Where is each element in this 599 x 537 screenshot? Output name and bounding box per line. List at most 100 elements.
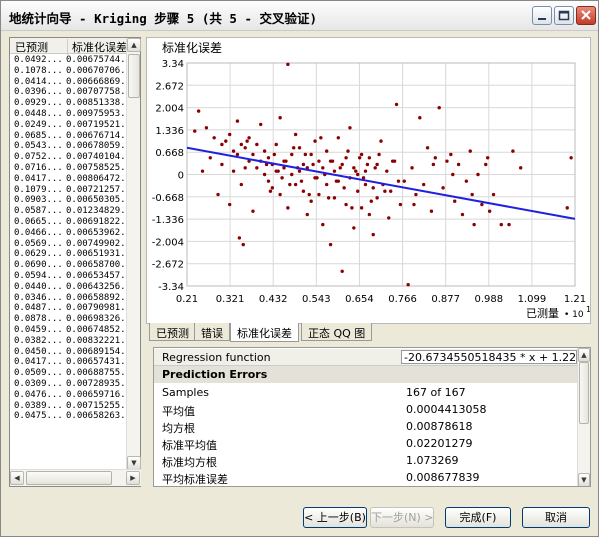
predicted-cell: 0.0685... — [14, 130, 63, 141]
table-row[interactable]: 0.0487...0.00790981... — [10, 303, 127, 314]
data-point — [280, 176, 284, 180]
table-row[interactable]: 0.0382...0.00832221... — [10, 336, 127, 347]
table-row[interactable]: 0.0396...0.00707758... — [10, 87, 127, 98]
scatter-chart[interactable]: 0.21 0.321 0.432 0.543 0.654 0.766 0.877 0.988 1… — [147, 38, 591, 323]
data-point — [356, 172, 360, 177]
table-row[interactable]: 0.0629...0.00651931... — [10, 249, 127, 260]
finish-button[interactable]: 完成(F) — [445, 507, 511, 528]
x-tick-label: 0.21 — [176, 294, 198, 305]
table-row[interactable]: 0.0249...0.00719521... — [10, 120, 127, 131]
table-row[interactable]: 0.0346...0.00658892... — [10, 293, 127, 304]
table-row[interactable]: 0.0475...0.00658263... — [10, 411, 127, 422]
horizontal-scroll-thumb[interactable] — [26, 471, 112, 485]
table-row[interactable]: 0.0543...0.00678059... — [10, 141, 127, 152]
data-point — [350, 206, 354, 210]
stats-row: 标准平均值 0.02201279 — [154, 435, 578, 452]
tab-predicted[interactable]: 已预测 — [149, 323, 196, 341]
tab-error[interactable]: 错误 — [194, 323, 230, 341]
table-row[interactable]: 0.0417...0.00806472... — [10, 174, 127, 185]
data-point — [266, 156, 271, 160]
table-row[interactable]: 0.1079...0.00721257... — [10, 185, 127, 196]
table-row[interactable]: 0.0389...0.00715255... — [10, 401, 127, 412]
table-vertical-scrollbar[interactable]: ▲ ▼ — [126, 38, 141, 470]
table-row[interactable]: 0.0594...0.00653457... — [10, 271, 127, 282]
data-point — [274, 142, 278, 147]
tab-normal-qq-plot[interactable]: 正态 QQ 图 — [301, 323, 373, 341]
previous-button[interactable]: < 上一步(B) — [303, 507, 367, 528]
table-row[interactable]: 0.0685...0.00676714... — [10, 131, 127, 142]
data-point — [394, 102, 399, 107]
data-point — [383, 189, 387, 193]
predicted-cell: 0.0487... — [14, 303, 63, 314]
table-row[interactable]: 0.0752...0.00740104... — [10, 152, 127, 163]
table-row[interactable]: 0.0417...0.00657431... — [10, 357, 127, 368]
data-point — [352, 166, 356, 170]
table-row[interactable]: 0.0459...0.00674852... — [10, 325, 127, 336]
table-row[interactable]: 0.0492...0.00675744... — [10, 55, 127, 66]
standardized-error-cell: 0.00675744... — [66, 55, 127, 65]
data-point — [321, 222, 325, 227]
table-row[interactable]: 0.0587...0.01234829... — [10, 206, 127, 217]
table-row[interactable]: 0.0509...0.00688755... — [10, 368, 127, 379]
data-point — [429, 209, 434, 213]
table-row[interactable]: 0.0440...0.00643256... — [10, 282, 127, 293]
data-point — [330, 159, 335, 163]
data-point — [410, 166, 414, 170]
cancel-button[interactable]: 取消 — [522, 507, 590, 528]
table-row[interactable]: 0.0690...0.00658700... — [10, 260, 127, 271]
table-row[interactable]: 0.0414...0.00666869... — [10, 77, 127, 88]
data-point — [208, 156, 212, 160]
standardized-error-cell: 0.00674852... — [66, 324, 127, 335]
standardized-error-cell: 0.00707758... — [66, 87, 127, 98]
standardized-error-cell: 0.00643256... — [66, 281, 127, 292]
stats-scroll-thumb[interactable] — [579, 362, 589, 424]
stats-scroll-down-button[interactable]: ▼ — [578, 473, 590, 486]
standardized-error-cell: 0.00719521... — [66, 119, 127, 130]
regression-label: Regression function — [162, 351, 271, 364]
stats-scroll-up-button[interactable]: ▲ — [578, 348, 590, 362]
table-row[interactable]: 0.0309...0.00728935... — [10, 379, 127, 390]
table-row[interactable]: 0.0448...0.00975953... — [10, 109, 127, 120]
data-point — [204, 126, 209, 130]
table-row[interactable]: 0.0929...0.00851338... — [10, 98, 127, 109]
table-row[interactable]: 0.0450...0.00689154... — [10, 347, 127, 358]
table-row[interactable]: 0.0903...0.00650305... — [10, 195, 127, 206]
table-horizontal-scrollbar[interactable]: ◀ ▶ — [10, 469, 141, 486]
table-row[interactable]: 0.0665...0.00691822... — [10, 217, 127, 228]
stats-scrollbar[interactable]: ▲ ▼ — [577, 348, 590, 486]
data-point — [293, 182, 298, 187]
regression-function-field[interactable]: -20.6734550518435 * x + 1.22380... — [401, 350, 577, 364]
data-point — [286, 62, 290, 67]
column-header-standardized-error[interactable]: 标准化误差 — [67, 39, 127, 55]
data-point — [344, 156, 348, 160]
tab-standardized-error[interactable]: 标准化误差 — [230, 323, 299, 342]
scroll-up-button[interactable]: ▲ — [127, 38, 141, 52]
stat-label: 标准平均值 — [162, 439, 217, 452]
scroll-thumb[interactable] — [128, 54, 140, 98]
maximize-button[interactable] — [554, 6, 574, 25]
column-header-predicted[interactable]: 已预测 — [15, 39, 48, 55]
table-row[interactable]: 0.0716...0.00758525... — [10, 163, 127, 174]
scroll-left-button[interactable]: ◀ — [10, 471, 24, 485]
close-button[interactable] — [576, 6, 596, 25]
predicted-cell: 0.0309... — [14, 378, 63, 389]
minimize-button[interactable] — [532, 6, 552, 25]
data-point — [336, 136, 341, 140]
title-bar[interactable]: 地统计向导 - Kriging 步骤 5 (共 5 - 交叉验证) — [1, 1, 598, 31]
table-row[interactable]: 0.0476...0.00659716... — [10, 390, 127, 401]
table-row[interactable]: 0.0878...0.00698326... — [10, 314, 127, 325]
table-row[interactable]: 0.1078...0.00670706... — [10, 66, 127, 77]
chart-tabs: 已预测 错误 标准化误差 正态 QQ 图 — [146, 323, 591, 342]
data-point — [216, 192, 220, 197]
standardized-error-cell: 0.00758525... — [66, 162, 127, 173]
table-row[interactable]: 0.0569...0.00749902... — [10, 239, 127, 250]
predicted-cell: 0.0587... — [14, 206, 63, 217]
scroll-down-button[interactable]: ▼ — [127, 456, 141, 470]
stat-value: 0.02201279 — [406, 437, 473, 450]
y-tick-label: 2.672 — [155, 81, 184, 92]
data-point — [239, 142, 244, 147]
scroll-right-button[interactable]: ▶ — [126, 471, 140, 485]
next-button[interactable]: 下一步(N) > — [370, 507, 434, 528]
predicted-cell: 0.1078... — [14, 65, 63, 76]
table-row[interactable]: 0.0466...0.00653962... — [10, 228, 127, 239]
